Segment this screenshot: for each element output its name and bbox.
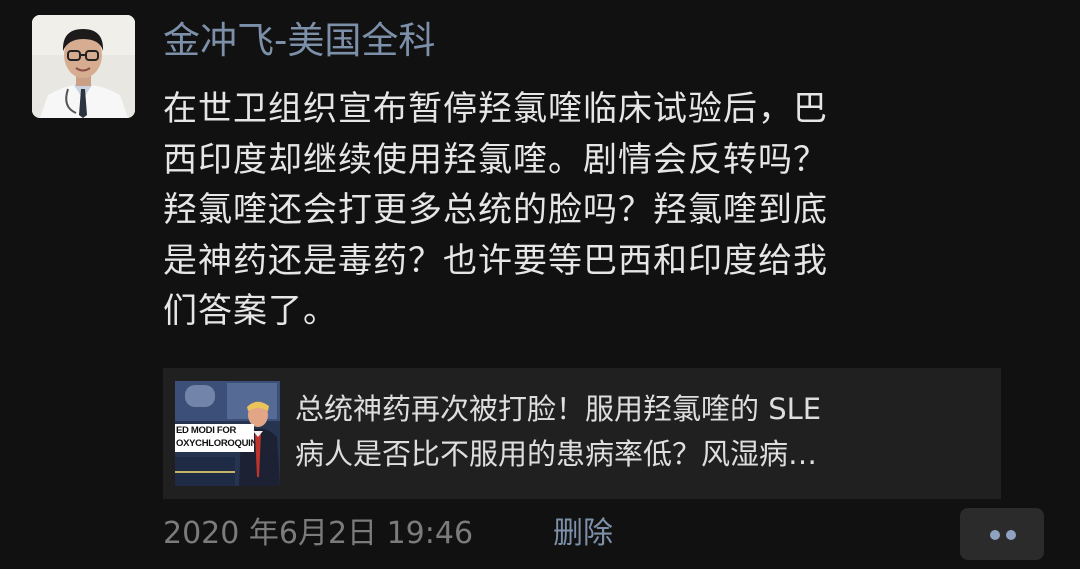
thumbnail-caption: ED MODI FOR OXYCHLOROQUINE bbox=[175, 424, 254, 452]
article-thumbnail: ED MODI FOR OXYCHLOROQUINE bbox=[175, 381, 280, 486]
post-timestamp: 2020 年6月2日 19:46 bbox=[163, 516, 474, 551]
author-avatar[interactable] bbox=[32, 15, 135, 118]
post-text-line: 西印度却继续使用羟氯喹。剧情会反转吗？ bbox=[163, 139, 828, 180]
more-dots-icon bbox=[990, 530, 1000, 540]
avatar-photo-icon bbox=[32, 15, 135, 118]
author-name[interactable]: 金冲飞-美国全科 bbox=[163, 14, 435, 68]
delete-button[interactable]: 删除 bbox=[553, 511, 613, 557]
post-text-line: 在世卫组织宣布暂停羟氯喹临床试验后，巴 bbox=[163, 89, 828, 129]
post-text-line: 羟氯喹还会打更多总统的脸吗？羟氯喹到底 bbox=[163, 190, 828, 230]
article-title: 总统神药再次被打脸！服用羟氯喹的 SLE 病人是否比不服用的患病率低？风湿病… bbox=[295, 387, 990, 477]
shared-article-card[interactable]: ED MODI FOR OXYCHLOROQUINE 总统神药再次被打脸！服用羟… bbox=[163, 368, 1001, 499]
post-text-line: 们答案了。 bbox=[163, 291, 338, 331]
post-text-line: 是神药还是毒药？也许要等巴西和印度给我 bbox=[163, 240, 828, 281]
article-title-line: 总统神药再次被打脸！服用羟氯喹的 SLE bbox=[295, 392, 822, 426]
moment-post: 金冲飞-美国全科 在世卫组织宣布暂停羟氯喹临床试验后，巴 西印度却继续使用羟氯喹… bbox=[0, 0, 1080, 569]
article-title-line: 病人是否比不服用的患病率低？风湿病… bbox=[295, 437, 818, 471]
more-options-button[interactable] bbox=[960, 508, 1044, 560]
post-text: 在世卫组织宣布暂停羟氯喹临床试验后，巴 西印度却继续使用羟氯喹。剧情会反转吗？ … bbox=[163, 84, 1033, 337]
more-dots-icon bbox=[1006, 530, 1016, 540]
thumbnail-caption-line: ED MODI FOR bbox=[176, 425, 237, 436]
thumbnail-caption-line: OXYCHLOROQUINE bbox=[176, 438, 254, 449]
